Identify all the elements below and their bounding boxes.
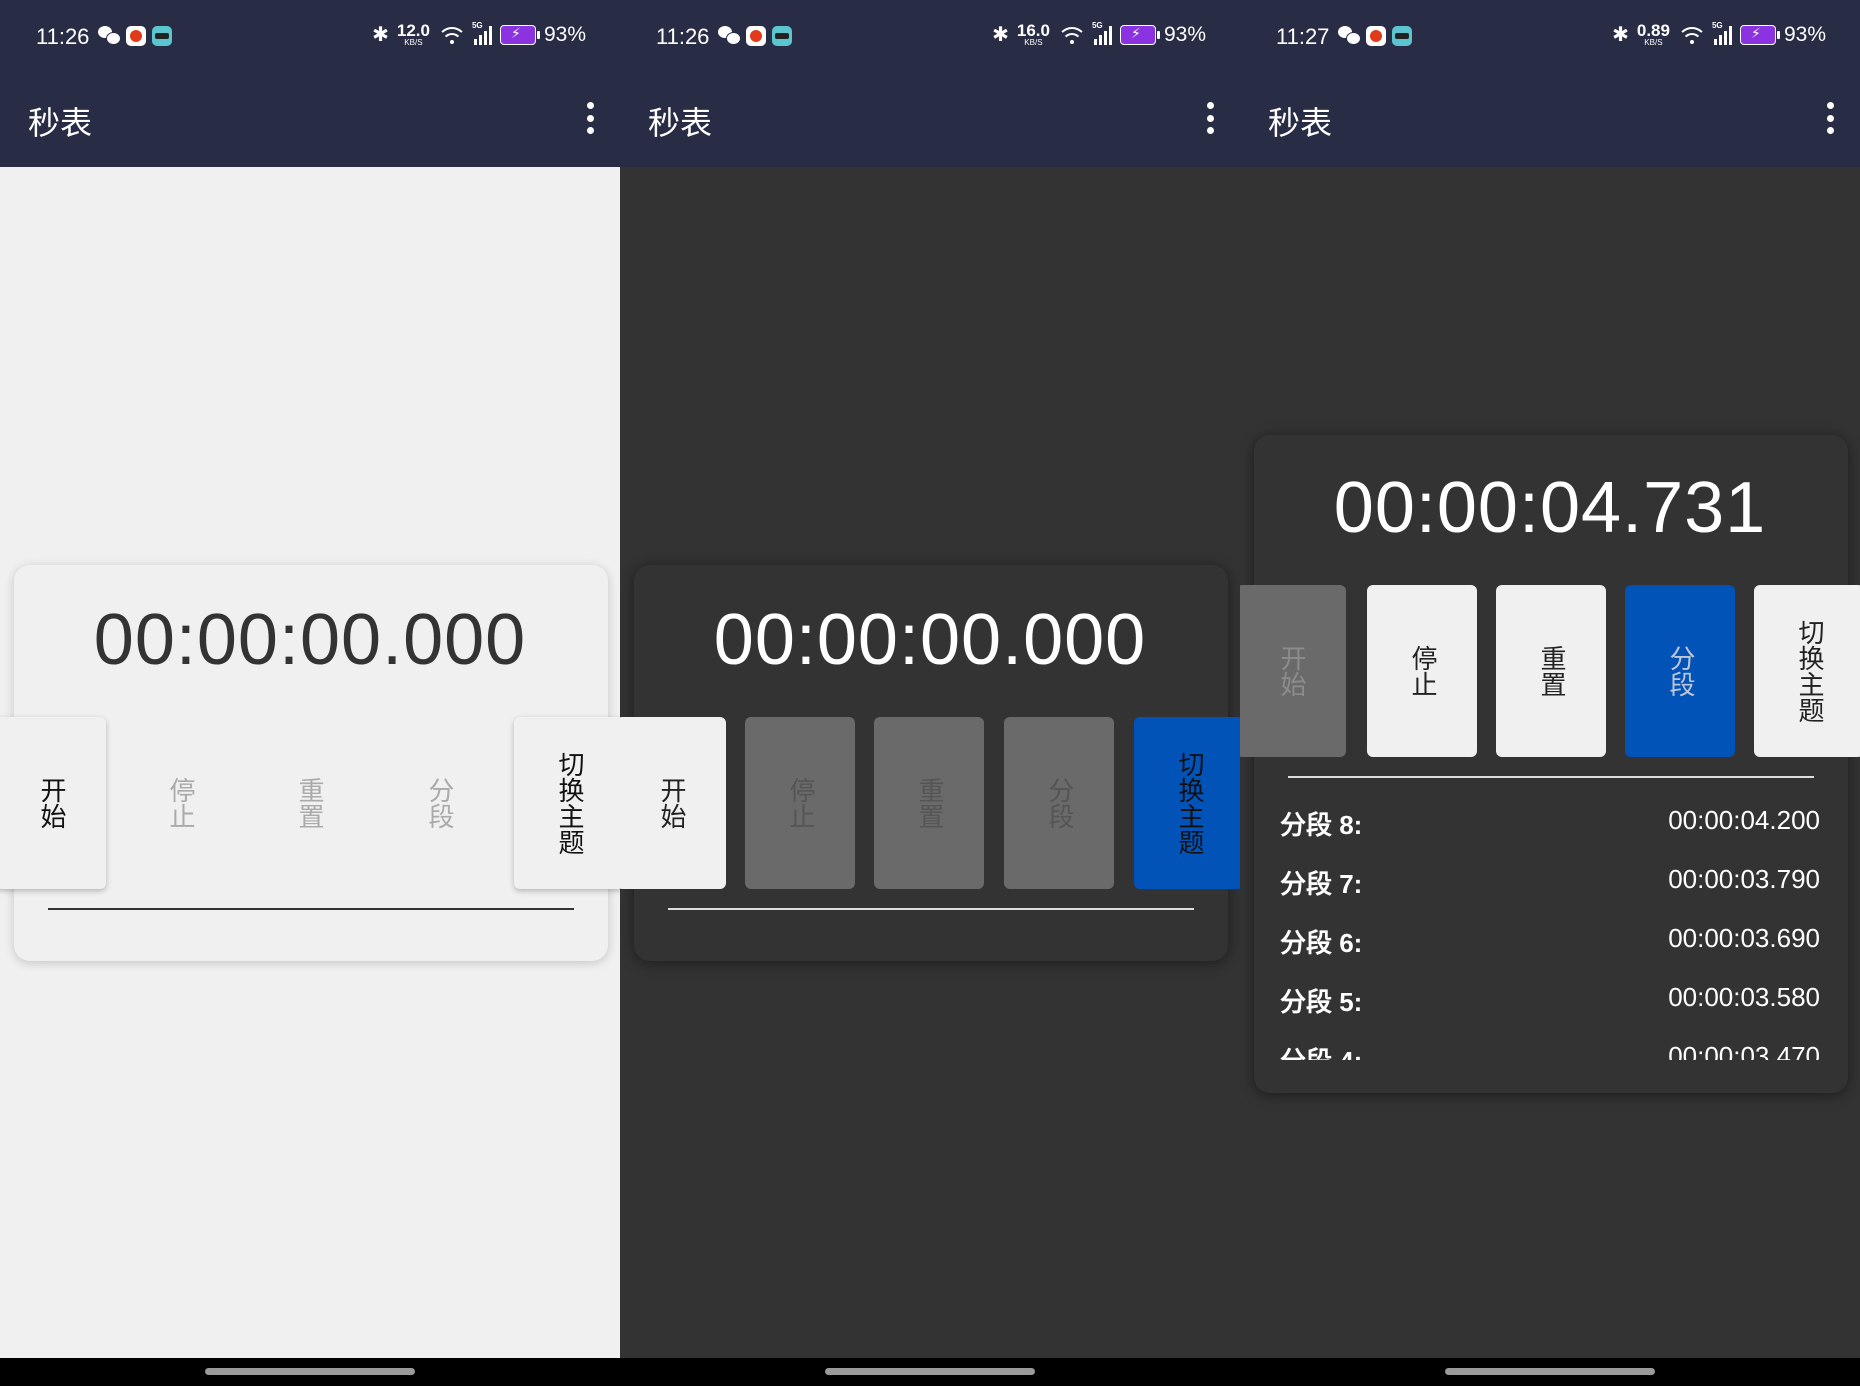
battery-charging-icon: ⚡ (1119, 24, 1160, 45)
app-bar: 秒表 (1240, 74, 1860, 167)
content-area: 00:00:00.000 开始 停止 重置 分段 切换主题 (0, 167, 620, 1358)
navigation-bar (0, 1358, 620, 1386)
wechat-icon (718, 26, 741, 45)
reset-button[interactable]: 重置 (1496, 585, 1606, 757)
theme-toggle-button[interactable]: 切换主题 (1134, 717, 1240, 889)
navigation-bar (1240, 1358, 1860, 1386)
wifi-icon (437, 25, 466, 45)
timer-display: 00:00:00.000 (93, 600, 527, 680)
wifi-icon (1057, 25, 1086, 45)
lap-row: 分段 4:00:00:03.470 (1280, 1041, 1820, 1060)
app-bar: 秒表 (0, 74, 620, 167)
more-vert-icon[interactable] (1826, 102, 1834, 134)
status-bar: 11:26 ✱ 12.0 KB/S 5G ⚡ 93% (0, 0, 620, 74)
app-bar: 秒表 (620, 74, 1240, 167)
reset-button[interactable]: 重置 (874, 717, 984, 889)
home-gesture-handle[interactable] (825, 1368, 1035, 1375)
battery-percent: 93% (1783, 22, 1826, 46)
app-notification-icon (152, 26, 172, 46)
timer-display: 00:00:00.000 (713, 600, 1147, 680)
status-time: 11:26 (656, 24, 710, 49)
divider (668, 908, 1194, 910)
stop-button[interactable]: 停止 (1367, 585, 1477, 757)
battery-charging-icon: ⚡ (499, 24, 540, 45)
status-time: 11:26 (36, 24, 90, 49)
reset-button[interactable]: 重置 (254, 717, 364, 889)
content-area: 00:00:00.000 开始 停止 重置 分段 切换主题 (620, 167, 1240, 1358)
start-button[interactable]: 开始 (620, 717, 726, 889)
start-button[interactable]: 开始 (0, 717, 106, 889)
home-gesture-handle[interactable] (205, 1368, 415, 1375)
network-speed: 0.89 KB/S (1636, 21, 1670, 47)
app-notification-icon (126, 26, 146, 46)
screen-dark-running: 11:27 ✱ 0.89 KB/S 5G ⚡ 93% 秒表 00:00:04.73… (1240, 0, 1860, 1386)
navigation-bar (620, 1358, 1240, 1386)
status-bar: 11:26 ✱ 16.0 KB/S 5G ⚡ 93% (620, 0, 1240, 74)
status-bar: 11:27 ✱ 0.89 KB/S 5G ⚡ 93% (1240, 0, 1860, 74)
divider (48, 908, 574, 910)
app-title: 秒表 (648, 105, 713, 141)
theme-toggle-button[interactable]: 切换主题 (514, 717, 620, 889)
screen-dark-idle: 11:26 ✱ 16.0 KB/S 5G ⚡ 93% 秒表 00:00:00.00… (620, 0, 1240, 1386)
lap-row: 分段 8: 00:00:04.200 (1280, 805, 1820, 840)
theme-toggle-button[interactable]: 切换主题 (1754, 585, 1860, 757)
wechat-icon (98, 26, 121, 45)
battery-percent: 93% (1163, 22, 1206, 46)
battery-charging-icon: ⚡ (1739, 24, 1780, 45)
start-button[interactable]: 开始 (1240, 585, 1346, 757)
network-speed: 12.0 KB/S (396, 21, 430, 47)
app-notification-icon (1366, 26, 1386, 46)
wechat-icon (1338, 26, 1361, 45)
more-vert-icon[interactable] (1206, 102, 1214, 134)
signal-icon: 5G (1712, 21, 1732, 45)
lap-row: 分段 6: 00:00:03.690 (1280, 923, 1820, 958)
app-notification-icon (1392, 26, 1412, 46)
lap-button[interactable]: 分段 (1004, 717, 1114, 889)
battery-percent: 93% (543, 22, 586, 46)
bluetooth-icon: ✱ (992, 24, 1009, 46)
stop-button[interactable]: 停止 (745, 717, 855, 889)
lap-list: 分段 8: 00:00:04.200 分段 7: 00:00:03.790 分段 6… (1280, 805, 1820, 1060)
network-speed: 16.0 KB/S (1016, 21, 1050, 47)
more-vert-icon[interactable] (586, 102, 594, 134)
timer-display: 00:00:04.731 (1333, 468, 1767, 548)
screen-light: 11:26 ✱ 12.0 KB/S 5G ⚡ 93% 秒表 00:00:00.00… (0, 0, 620, 1386)
app-title: 秒表 (1268, 105, 1333, 141)
app-notification-icon (746, 26, 766, 46)
bluetooth-icon: ✱ (372, 24, 389, 46)
lap-button[interactable]: 分段 (384, 717, 494, 889)
bluetooth-icon: ✱ (1612, 24, 1629, 46)
divider (1288, 776, 1814, 778)
status-time: 11:27 (1276, 24, 1330, 49)
signal-icon: 5G (472, 21, 492, 45)
wifi-icon (1677, 25, 1706, 45)
home-gesture-handle[interactable] (1445, 1368, 1655, 1375)
app-notification-icon (772, 26, 792, 46)
lap-button[interactable]: 分段 (1625, 585, 1735, 757)
lap-row: 分段 7: 00:00:03.790 (1280, 864, 1820, 899)
stop-button[interactable]: 停止 (125, 717, 235, 889)
app-title: 秒表 (28, 105, 93, 141)
signal-icon: 5G (1092, 21, 1112, 45)
lap-row: 分段 5: 00:00:03.580 (1280, 982, 1820, 1017)
content-area: 00:00:04.731 开始 停止 重置 分段 切换主题 分段 8: 00:00… (1240, 167, 1860, 1358)
